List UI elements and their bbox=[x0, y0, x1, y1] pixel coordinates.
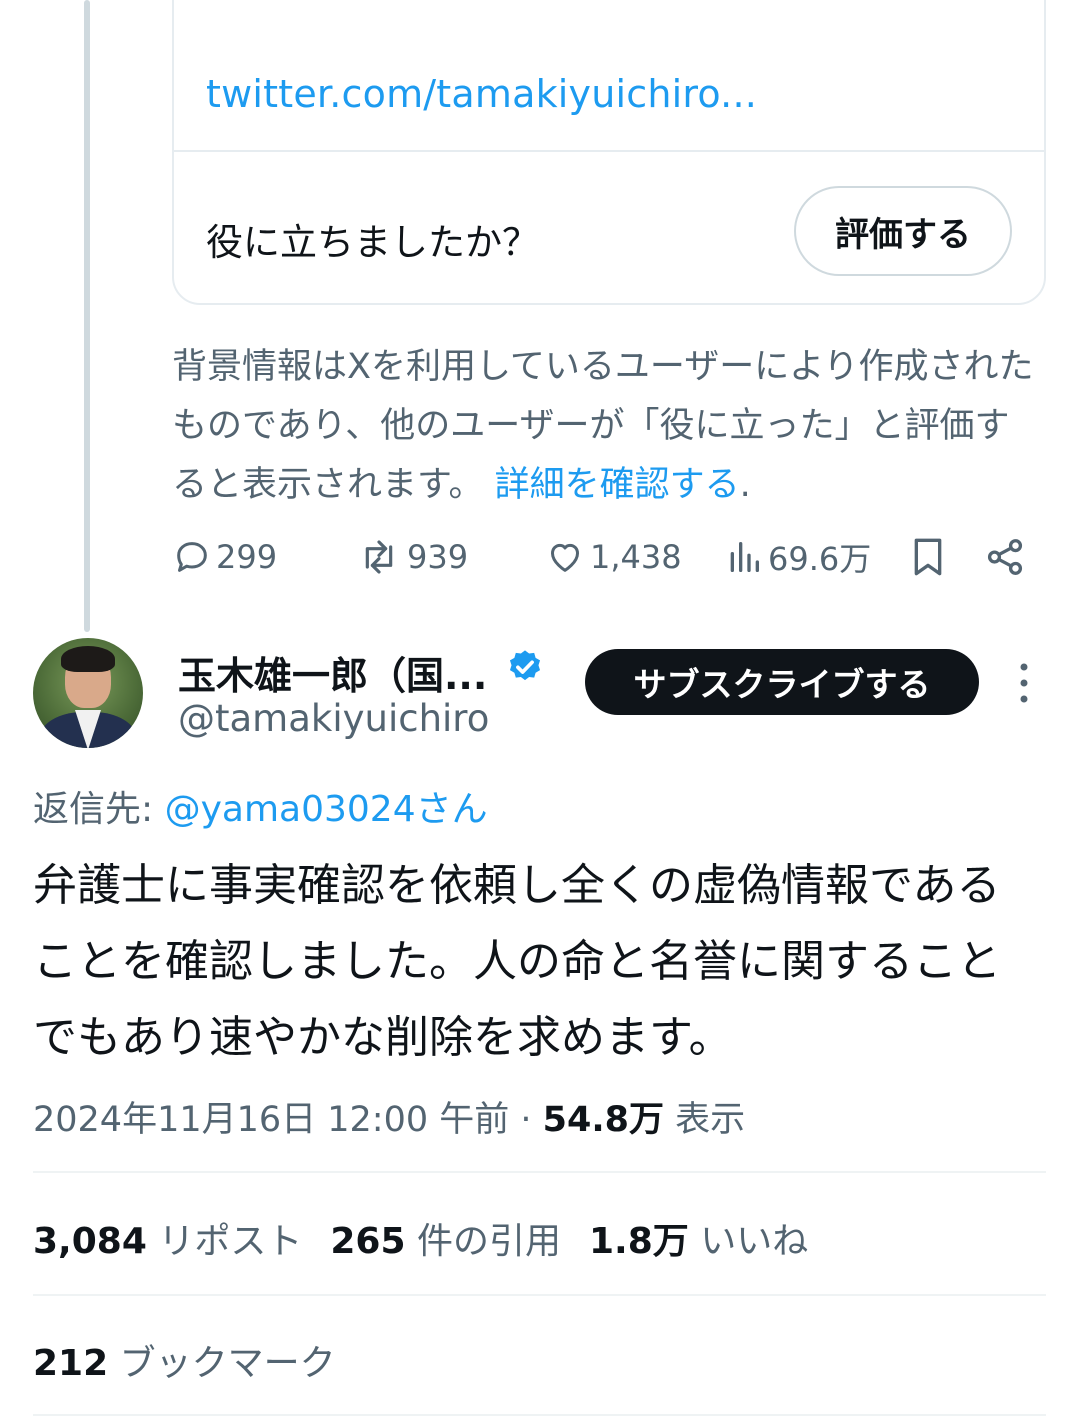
repost-action[interactable]: 939 bbox=[355, 532, 468, 582]
timestamp-separator: · bbox=[509, 1100, 543, 1140]
reply-to-mention[interactable]: @yama03024さん bbox=[165, 789, 488, 830]
tweet-views-count: 54.8万 bbox=[542, 1100, 665, 1140]
heart-icon bbox=[551, 543, 579, 572]
divider bbox=[33, 1414, 1046, 1416]
verified-badge-icon bbox=[509, 650, 541, 681]
avatar-hair bbox=[61, 646, 115, 672]
bookmarks-label[interactable]: ブックマーク bbox=[120, 1343, 336, 1384]
tweet-timestamp: 2024年11月16日 12:00 午前 · 54.8万 表示 bbox=[33, 1091, 745, 1142]
repost-count: 939 bbox=[407, 538, 469, 576]
author-handle[interactable]: @tamakiyuichiro bbox=[178, 697, 489, 740]
reply-icon bbox=[177, 542, 207, 572]
share-icon bbox=[987, 539, 1023, 575]
bookmarks-count[interactable]: 212 bbox=[33, 1343, 108, 1384]
tweet-views-label: 表示 bbox=[664, 1100, 746, 1140]
thread-line bbox=[84, 0, 90, 632]
tweet-text: 弁護士に事実確認を依頼し全くの虚偽情報であることを確認しました。人の命と名誉に関… bbox=[33, 860, 1001, 1063]
reply-to-prefix: 返信先: bbox=[33, 789, 165, 830]
bookmark-action[interactable] bbox=[908, 532, 948, 582]
divider bbox=[33, 1294, 1046, 1296]
like-action[interactable]: 1,438 bbox=[544, 532, 682, 582]
note-source-link[interactable]: twitter.com/tamakiyuichiro... bbox=[206, 72, 757, 116]
analytics-icon bbox=[730, 542, 759, 572]
reposts-count[interactable]: 3,084 bbox=[33, 1221, 147, 1262]
repost-icon bbox=[365, 540, 393, 574]
note-helpful-question: 役に立ちましたか？ bbox=[206, 221, 539, 264]
views-action[interactable]: 69.6万 bbox=[724, 532, 871, 582]
tweet-detail-page: twitter.com/tamakiyuichiro... 役に立ちましたか？ … bbox=[0, 0, 1079, 1418]
reply-action[interactable]: 299 bbox=[172, 532, 277, 582]
bookmark-icon bbox=[914, 538, 942, 576]
rate-note-button[interactable]: 評価する bbox=[794, 186, 1012, 276]
reply-count: 299 bbox=[216, 538, 278, 576]
quotes-count[interactable]: 265 bbox=[330, 1221, 405, 1262]
likes-count[interactable]: 1.8万 bbox=[589, 1221, 689, 1262]
divider bbox=[33, 1171, 1046, 1173]
author-name[interactable]: 玉木雄一郎（国... bbox=[178, 645, 487, 700]
quotes-label[interactable]: 件の引用 bbox=[417, 1221, 561, 1262]
author-avatar[interactable] bbox=[33, 638, 143, 748]
tweet-time[interactable]: 2024年11月16日 12:00 午前 bbox=[33, 1100, 509, 1140]
bookmarks-stat: 212 ブックマーク bbox=[33, 1334, 336, 1386]
subscribe-button[interactable]: サブスクライブする bbox=[585, 649, 979, 715]
reply-to-line: 返信先: @yama03024さん bbox=[33, 780, 488, 832]
likes-label[interactable]: いいね bbox=[700, 1221, 808, 1262]
note-footer-period: . bbox=[739, 465, 751, 505]
note-divider bbox=[174, 150, 1044, 152]
community-note-card: twitter.com/tamakiyuichiro... 役に立ちましたか？ … bbox=[172, 0, 1046, 305]
more-options-icon[interactable] bbox=[1014, 662, 1034, 704]
share-action[interactable] bbox=[984, 532, 1026, 582]
parent-action-bar: 299 939 1,438 69.6万 bbox=[172, 532, 1032, 582]
reposts-label[interactable]: リポスト bbox=[158, 1221, 302, 1262]
views-count: 69.6万 bbox=[768, 540, 872, 578]
note-details-link[interactable]: 詳細を確認する bbox=[495, 465, 740, 505]
like-count: 1,438 bbox=[590, 538, 682, 576]
engagement-stats: 3,084 リポスト 265 件の引用 1.8万 いいね bbox=[33, 1212, 808, 1264]
note-footer: 背景情報はXを利用しているユーザーにより作成されたものであり、他のユーザーが「役… bbox=[172, 338, 1042, 515]
